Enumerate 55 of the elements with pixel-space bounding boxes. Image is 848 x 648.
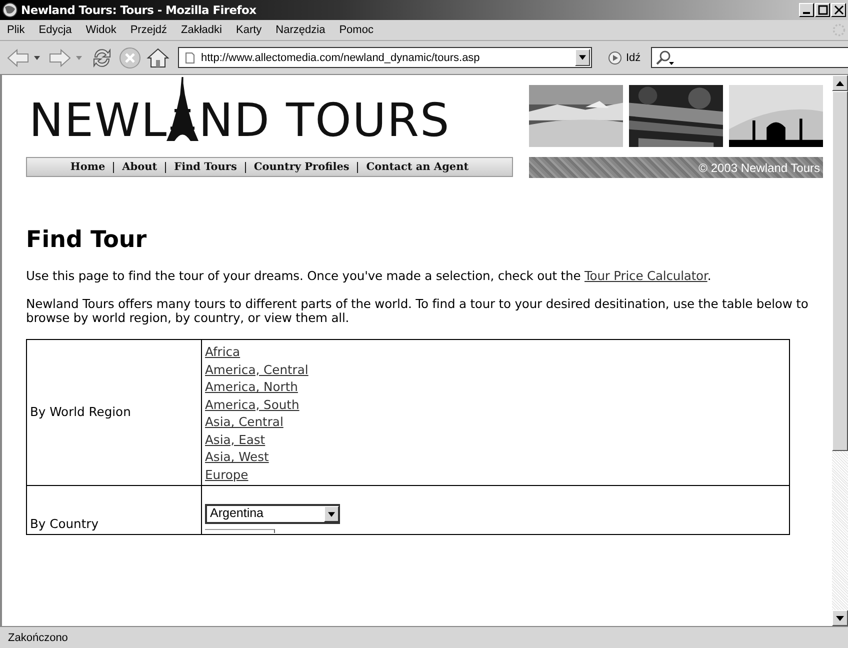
menu-item[interactable]: Pomoc bbox=[339, 22, 374, 38]
status-text: Zakończono bbox=[8, 632, 68, 644]
scrollbar[interactable] bbox=[832, 75, 848, 626]
play-icon bbox=[608, 50, 622, 64]
menu-item[interactable]: Przejdź bbox=[130, 22, 168, 38]
up-arrow-icon bbox=[836, 80, 844, 86]
address-field[interactable]: http://www.allectomedia.com/newland_dynamic/tours.asp bbox=[178, 47, 592, 68]
minimize-button[interactable] bbox=[799, 3, 814, 17]
intro-paragraph: Use this page to find the tour of your dreams. Once you've made a selection, check out the Tour Price Calculator. bbox=[26, 269, 712, 283]
region-link[interactable]: America, North bbox=[205, 380, 298, 394]
copyright-text: © 2003 Newland Tours bbox=[698, 160, 820, 174]
nav-link[interactable]: Contact an Agent bbox=[365, 161, 470, 173]
close-button[interactable] bbox=[831, 3, 846, 17]
region-link[interactable]: Europe bbox=[205, 468, 248, 482]
row-label: By World Region bbox=[30, 404, 131, 419]
caret-icon bbox=[579, 55, 586, 60]
row-label: By Country bbox=[30, 516, 98, 530]
body-paragraph: Newland Tours offers many tours to different parts of the world. To find a tour to your desired desitination, use the table below to browse by world region, by country, or view them all. bbox=[26, 297, 810, 325]
menu-item[interactable]: Zakładki bbox=[181, 22, 222, 38]
search-field[interactable] bbox=[650, 47, 848, 68]
maximize-icon bbox=[818, 5, 828, 15]
down-arrow-icon bbox=[836, 616, 844, 620]
page-icon bbox=[185, 52, 195, 64]
maximize-button[interactable] bbox=[815, 3, 830, 17]
calculator-link[interactable]: Tour Price Calculator bbox=[584, 269, 708, 283]
page-heading: Find Tour bbox=[26, 226, 148, 255]
minimize-icon bbox=[803, 12, 810, 14]
nav-link[interactable]: Find Tours bbox=[173, 161, 238, 173]
menu-item[interactable]: Edycja bbox=[38, 22, 72, 38]
search-icon bbox=[654, 50, 675, 66]
region-link[interactable]: America, South bbox=[205, 398, 300, 412]
close-icon bbox=[834, 5, 844, 15]
globe-icon bbox=[2, 2, 18, 18]
home-icon[interactable] bbox=[146, 46, 170, 70]
dropdown-icon[interactable] bbox=[34, 56, 40, 60]
caret-icon bbox=[328, 512, 335, 516]
dropdown-button[interactable] bbox=[575, 49, 590, 66]
nav-link[interactable]: About bbox=[121, 161, 158, 173]
region-link[interactable]: Asia, East bbox=[205, 432, 266, 446]
nav-link[interactable]: Home bbox=[69, 161, 106, 173]
region-link[interactable]: America, Central bbox=[205, 362, 308, 376]
go-button[interactable]: Idź bbox=[606, 48, 643, 66]
nav-link[interactable]: Country Profiles bbox=[252, 161, 350, 173]
country-dropdown[interactable]: Argentina bbox=[205, 504, 340, 524]
region-link[interactable]: Asia, Central bbox=[205, 415, 284, 429]
menu-item[interactable]: Karty bbox=[236, 22, 262, 38]
window-title: Newland Tours: Tours - Mozilla Firefox bbox=[21, 3, 258, 17]
logo-text: NEWL bbox=[29, 95, 168, 145]
region-link[interactable]: Africa bbox=[205, 345, 240, 359]
menu-item[interactable]: Widok bbox=[86, 22, 116, 38]
region-link[interactable]: Asia, West bbox=[205, 450, 269, 464]
menu-item[interactable]: Narzędzia bbox=[276, 22, 326, 38]
throbber-icon bbox=[832, 23, 846, 37]
logo-text: ND TOURS bbox=[198, 95, 450, 145]
menu-item[interactable]: Plik bbox=[7, 22, 25, 38]
